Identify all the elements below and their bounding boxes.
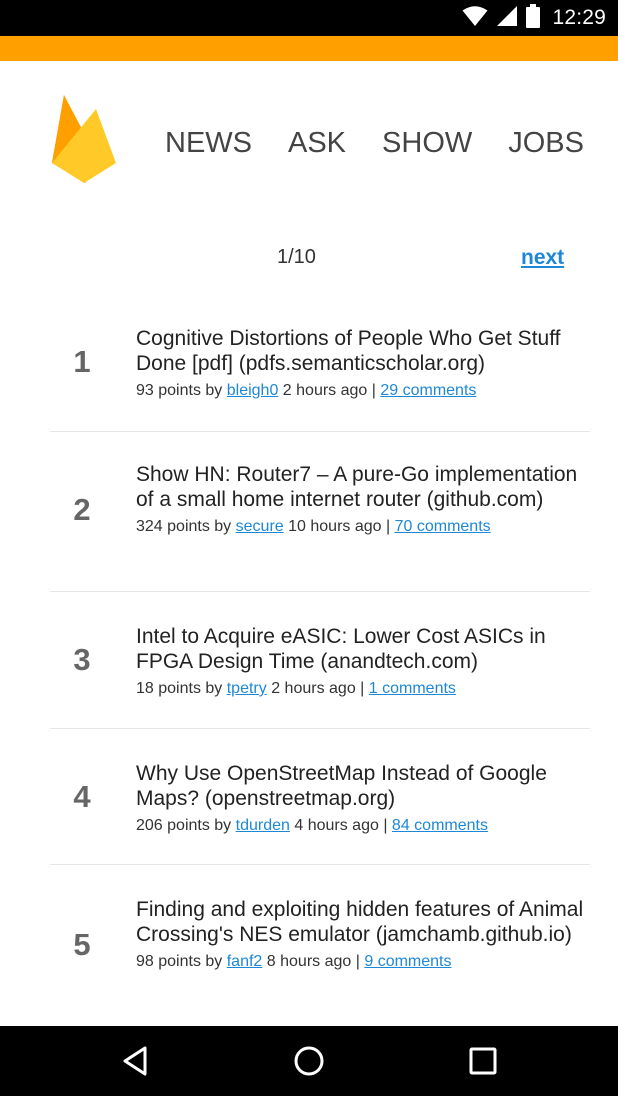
story-comments-link[interactable]: 9 comments: [364, 953, 451, 970]
story-points: 324 points by: [136, 518, 232, 535]
story-rank: 5: [73, 927, 91, 962]
story-title-link[interactable]: Why Use OpenStreetMap Instead of Google …: [136, 761, 590, 811]
story-rank: 1: [73, 344, 91, 379]
story-item: 5 Finding and exploiting hidden features…: [50, 865, 590, 1025]
story-age: 4 hours ago |: [294, 817, 388, 834]
story-title-link[interactable]: Finding and exploiting hidden features o…: [136, 897, 590, 947]
story-rank: 4: [73, 779, 91, 814]
story-meta: 93 points by bleigh0 2 hours ago | 29 co…: [136, 381, 590, 401]
story-title-link[interactable]: Show HN: Router7 – A pure-Go implementat…: [136, 462, 590, 512]
nav-ask[interactable]: ASK: [288, 127, 346, 160]
story-item: 2 Show HN: Router7 – A pure-Go implement…: [50, 432, 590, 592]
story-comments-link[interactable]: 70 comments: [395, 518, 491, 535]
story-item: 4 Why Use OpenStreetMap Instead of Googl…: [50, 729, 590, 865]
story-title-link[interactable]: Intel to Acquire eASIC: Lower Cost ASICs…: [136, 624, 590, 674]
story-meta: 324 points by secure 10 hours ago | 70 c…: [136, 517, 590, 537]
nav-show[interactable]: SHOW: [382, 127, 472, 160]
firebase-logo[interactable]: [50, 93, 118, 185]
pagination: 1/10 next: [0, 244, 618, 274]
system-nav-bar: [0, 1026, 618, 1096]
nav-news[interactable]: NEWS: [165, 127, 252, 160]
story-user-link[interactable]: fanf2: [227, 953, 263, 970]
story-age: 2 hours ago |: [271, 680, 365, 697]
home-icon[interactable]: [291, 1043, 327, 1079]
header: NEWS ASK SHOW JOBS: [0, 61, 618, 221]
next-page-link[interactable]: next: [521, 246, 564, 270]
story-meta: 98 points by fanf2 8 hours ago | 9 comme…: [136, 952, 590, 972]
main-nav: NEWS ASK SHOW JOBS: [165, 125, 584, 161]
story-age: 10 hours ago |: [288, 518, 391, 535]
story-body: Finding and exploiting hidden features o…: [136, 897, 590, 972]
status-icons: 12:29: [462, 0, 606, 36]
nav-jobs[interactable]: JOBS: [508, 127, 584, 160]
story-user-link[interactable]: tpetry: [227, 680, 267, 697]
app-bar: [0, 36, 618, 61]
story-user-link[interactable]: tdurden: [236, 817, 290, 834]
story-points: 206 points by: [136, 817, 232, 834]
story-body: Intel to Acquire eASIC: Lower Cost ASICs…: [136, 624, 590, 699]
story-comments-link[interactable]: 1 comments: [369, 680, 456, 697]
story-user-link[interactable]: secure: [236, 518, 284, 535]
story-rank: 2: [73, 492, 91, 527]
story-comments-link[interactable]: 29 comments: [380, 382, 476, 399]
story-points: 18 points by: [136, 680, 223, 697]
wifi-icon: [462, 5, 488, 32]
story-age: 8 hours ago |: [266, 953, 360, 970]
story-body: Why Use OpenStreetMap Instead of Google …: [136, 761, 590, 836]
recents-icon[interactable]: [465, 1043, 501, 1079]
story-body: Cognitive Distortions of People Who Get …: [136, 326, 590, 401]
story-body: Show HN: Router7 – A pure-Go implementat…: [136, 462, 590, 537]
battery-icon: [526, 3, 541, 33]
story-age: 2 hours ago |: [282, 382, 376, 399]
back-icon[interactable]: [118, 1043, 154, 1079]
story-meta: 18 points by tpetry 2 hours ago | 1 comm…: [136, 679, 590, 699]
page-indicator: 1/10: [277, 246, 316, 268]
story-title-link[interactable]: Cognitive Distortions of People Who Get …: [136, 326, 590, 376]
status-time: 12:29: [552, 6, 606, 29]
status-bar: 12:29: [0, 0, 618, 36]
story-rank: 3: [73, 642, 91, 677]
story-item: 1 Cognitive Distortions of People Who Ge…: [50, 310, 590, 432]
story-list: 1 Cognitive Distortions of People Who Ge…: [50, 310, 590, 1025]
story-points: 93 points by: [136, 382, 223, 399]
story-item: 3 Intel to Acquire eASIC: Lower Cost ASI…: [50, 592, 590, 729]
story-meta: 206 points by tdurden 4 hours ago | 84 c…: [136, 816, 590, 836]
story-user-link[interactable]: bleigh0: [227, 382, 279, 399]
cell-signal-icon: [496, 5, 518, 32]
story-points: 98 points by: [136, 953, 223, 970]
story-comments-link[interactable]: 84 comments: [392, 817, 488, 834]
